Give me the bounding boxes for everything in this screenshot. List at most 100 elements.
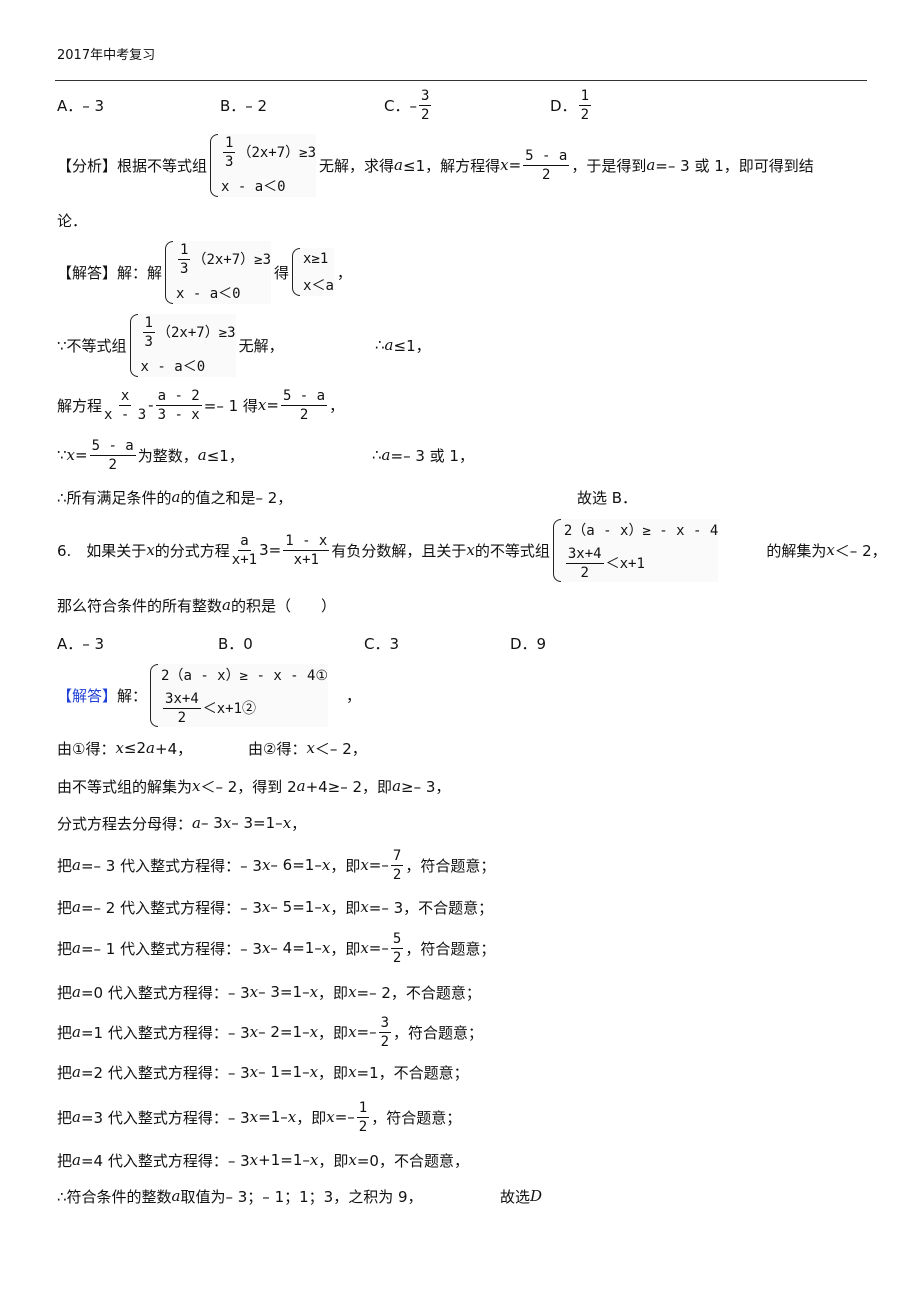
variable: x [348, 983, 357, 1001]
system-row: x - a＜0 [176, 282, 271, 304]
text-line: 6. 如果关于 x 的分式方程 a x+1 3= 1 - x x+1 有负分数解，且关于 … [57, 518, 887, 582]
text: – 3=1– [258, 983, 310, 1001]
denominator: 2 [392, 949, 402, 966]
text: 【分析】根据不等式组 [57, 156, 208, 175]
denominator: 2 [580, 564, 589, 581]
variable: x [261, 898, 271, 916]
system-rows: 1 3 （2x+7）≥3 x - a＜0 [141, 314, 236, 377]
text: 把 [57, 1151, 73, 1170]
fraction: 1 - x x+1 [283, 532, 330, 569]
text-line: 解方程 x x - 3- a - 23 - x =– 1 得 x = 5 - a 2， [57, 387, 344, 424]
text: =4 代入整式方程得：– 3 [80, 1151, 250, 1170]
variable: x [321, 898, 331, 916]
text: 把 [57, 1023, 73, 1042]
variable: x [360, 856, 369, 874]
math-expression: 2（a - x）≥ - x - 4① [161, 667, 329, 684]
text: 论． [57, 211, 88, 230]
text: D．9 [510, 634, 547, 653]
system-rows: 1 3 （2x+7）≥3 x - a＜0 [221, 134, 316, 197]
text: =– 1 代入整式方程得：– 3 [80, 939, 262, 958]
fraction: 3x+4 2 [565, 545, 604, 582]
text: ∴所有满足条件的 [57, 488, 172, 507]
text: = [75, 446, 88, 464]
text: B．0 [218, 634, 253, 653]
text: ， [336, 263, 352, 282]
fraction: 5 - a2 [523, 147, 570, 184]
system-rows: 1 3 （2x+7）≥3 x - a＜0 [176, 241, 271, 304]
variable: x [257, 396, 267, 414]
text: ∴ [375, 336, 385, 354]
variable: x [249, 1108, 259, 1126]
text: 的解集为 [721, 541, 827, 560]
text-line: B．– 2 [220, 95, 267, 116]
system-row: 2（a - x）≥ - x - 4 [564, 519, 718, 541]
variable: x [146, 541, 155, 559]
variable: a [392, 777, 402, 795]
inequality-system: x≥1 x＜a [292, 248, 334, 296]
variable: a [72, 856, 81, 874]
text: ≥– 3， [401, 777, 451, 796]
inequality-system: 2（a - x）≥ - x - 4① 3x+4 2 ＜x+1② [150, 663, 329, 727]
fraction: 52 [390, 930, 404, 967]
text: =1 代入整式方程得：– 3 [80, 1023, 250, 1042]
variable: x [309, 1151, 319, 1169]
text: 把 [57, 1108, 73, 1127]
text: 把 [57, 939, 73, 958]
text: ∴符合条件的整数 [57, 1187, 172, 1206]
inequality-system: 1 3 （2x+7）≥3 x - a＜0 [210, 133, 317, 197]
text: =– [334, 1108, 355, 1126]
text: ，即 [318, 983, 349, 1002]
text: – 1=1– [258, 1063, 310, 1081]
fraction: 5 - a2 [280, 387, 328, 424]
variable: a [72, 939, 81, 957]
text: =– 2，不合题意； [356, 983, 481, 1002]
variable: a [171, 488, 181, 506]
text: – 6=1– [270, 856, 322, 874]
answer-label: 【解答】 [57, 686, 118, 705]
numerator: 5 [390, 930, 404, 949]
text-line: 把 a =– 3 代入整式方程得：– 3 x – 6=1– x ，即 x =– 7 2 ，符合… [57, 847, 495, 884]
text-line: C．– 3 2 [384, 87, 433, 124]
text-line: ∵ x = 5 - a 2 为整数， a ≤1， [57, 437, 244, 474]
variable: a [222, 596, 231, 614]
text: 3= [259, 541, 282, 559]
variable: x [309, 983, 319, 1001]
text: =0，不合题意， [356, 1151, 469, 1170]
text: =– [356, 1023, 377, 1041]
brace [150, 663, 159, 727]
fraction: xx - 3 [104, 387, 146, 424]
variable: x [348, 1023, 357, 1041]
numerator: 1 [178, 241, 191, 260]
text-line: 把 a =1 代入整式方程得：– 3 x – 2=1– x ，即 x =– 3 2 ，符合题意… [57, 1014, 483, 1051]
numerator: 1 [578, 87, 591, 106]
text: =– 1 得 [203, 396, 258, 415]
text: ＜– 2，得到 2 [200, 777, 297, 796]
text: =– 3 或 1，即可得到结 [655, 156, 814, 175]
variable: a [296, 777, 306, 795]
numerator: 5 - a [523, 147, 570, 166]
numerator: 3x+4 [163, 690, 201, 709]
variable: a [72, 1151, 81, 1169]
text: 【解答】解：解 [57, 263, 163, 282]
text: ，即 [318, 1023, 349, 1042]
variable: x [66, 446, 76, 464]
denominator: 2 [542, 166, 551, 183]
denominator: 2 [358, 1118, 368, 1135]
text: ∴ [372, 446, 382, 464]
variable: x [115, 739, 124, 757]
text-line: 分式方程去分母得： a – 3 x – 3=1– x， [57, 813, 306, 834]
text: 故选 B． [577, 488, 638, 507]
math-expression: ＜x+1 [605, 556, 645, 572]
text-line: B．0 [218, 633, 253, 654]
text: D． [550, 96, 577, 115]
variable: x [249, 1063, 259, 1081]
text: ，即 [296, 1108, 327, 1127]
text-line: D．9 [510, 633, 546, 654]
text: ，符合题意； [405, 856, 496, 875]
fraction: 32 [418, 87, 432, 124]
variable: x [348, 1063, 357, 1081]
variable: x [326, 1108, 335, 1126]
variable: a [146, 739, 155, 757]
system-row: 1 3 （2x+7）≥3 [176, 241, 271, 278]
denominator: 3 [225, 153, 234, 170]
